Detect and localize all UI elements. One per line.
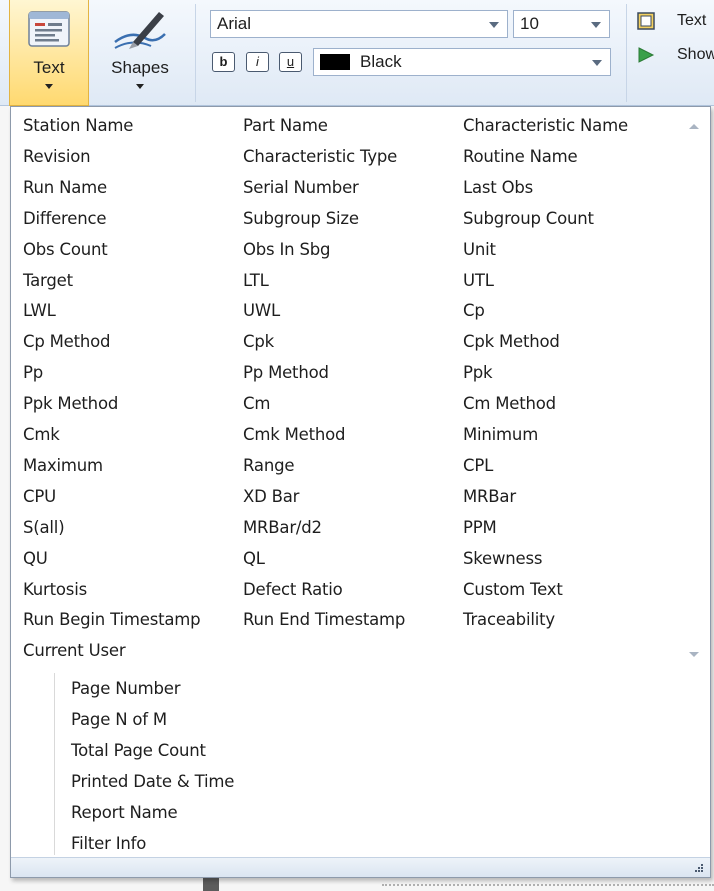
field-item[interactable]: Subgroup Count [463, 203, 594, 234]
field-item[interactable]: QL [243, 543, 265, 574]
field-item[interactable]: Routine Name [463, 141, 578, 172]
field-item[interactable]: Pp [23, 357, 43, 388]
shapes-button[interactable]: Shapes [97, 0, 183, 106]
field-item[interactable]: Cmk [23, 419, 60, 450]
font-name-value: Arial [217, 14, 252, 33]
field-item[interactable]: MRBar/d2 [243, 512, 322, 543]
field-item[interactable]: CPL [463, 450, 493, 481]
page-boundary [382, 884, 714, 886]
field-list-scrollbar[interactable] [681, 112, 707, 667]
text-field-dropdown: Station Name Revision Run Name Difference Ob… [10, 106, 711, 878]
italic-label: i [256, 54, 259, 69]
field-item[interactable]: CPU [23, 481, 56, 512]
page-field-item[interactable]: Page Number [71, 673, 180, 704]
field-item[interactable]: Custom Text [463, 574, 563, 605]
show-label: Show [677, 46, 714, 63]
field-item[interactable]: Kurtosis [23, 574, 87, 605]
field-item[interactable]: Cp [463, 295, 485, 326]
field-item[interactable]: Run End Timestamp [243, 604, 405, 635]
page-field-item[interactable]: Filter Info [71, 828, 146, 859]
field-item[interactable]: Cp Method [23, 326, 111, 357]
text-frame-label: Text [677, 12, 707, 29]
field-item[interactable]: Pp Method [243, 357, 329, 388]
italic-button[interactable]: i [246, 52, 269, 72]
field-item[interactable]: Range [243, 450, 294, 481]
field-item[interactable]: Minimum [463, 419, 538, 450]
field-item[interactable]: Ppk Method [23, 388, 118, 419]
field-item[interactable]: UWL [243, 295, 280, 326]
field-item[interactable]: Part Name [243, 110, 328, 141]
field-item[interactable]: Traceability [463, 604, 555, 635]
chevron-down-icon [489, 22, 499, 28]
field-item[interactable]: Skewness [463, 543, 542, 574]
shapes-button-label: Shapes [111, 58, 169, 77]
field-item[interactable]: Run Begin Timestamp [23, 604, 201, 635]
text-button-label: Text [33, 58, 65, 77]
font-color-value: Black [360, 52, 402, 71]
field-item[interactable]: Difference [23, 203, 107, 234]
field-item[interactable]: Station Name [23, 110, 133, 141]
field-item[interactable]: S(all) [23, 512, 65, 543]
field-item[interactable]: PPM [463, 512, 497, 543]
field-item[interactable]: QU [23, 543, 48, 574]
field-item[interactable]: MRBar [463, 481, 516, 512]
field-item[interactable]: XD Bar [243, 481, 299, 512]
field-item[interactable]: Revision [23, 141, 91, 172]
scroll-up-icon[interactable] [689, 124, 699, 129]
underline-label: u [286, 54, 295, 69]
field-item[interactable]: Cpk Method [463, 326, 560, 357]
text-frame-icon [637, 12, 655, 30]
show-arrow-icon [638, 47, 655, 63]
chevron-down-icon [592, 60, 602, 66]
ribbon-separator [626, 4, 627, 102]
bold-button[interactable]: b [212, 52, 235, 72]
field-item[interactable]: Cmk Method [243, 419, 345, 450]
ribbon-toolbar: Text Shapes Arial 10 b i u Black Text Sh… [0, 0, 714, 106]
field-item[interactable]: Defect Ratio [243, 574, 343, 605]
page-field-item[interactable]: Page N of M [71, 704, 167, 735]
field-item[interactable]: Characteristic Type [243, 141, 397, 172]
font-size-value: 10 [520, 14, 539, 33]
field-item[interactable]: Serial Number [243, 172, 359, 203]
field-item[interactable]: LWL [23, 295, 56, 326]
text-button[interactable]: Text [9, 0, 89, 106]
field-item[interactable]: Last Obs [463, 172, 533, 203]
field-item[interactable]: Cpk [243, 326, 274, 357]
font-name-combo[interactable]: Arial [210, 10, 508, 38]
bold-label: b [219, 54, 228, 69]
field-item[interactable]: Target [23, 265, 73, 296]
pen-icon [114, 12, 166, 49]
text-dropdown-arrow-icon [45, 84, 53, 89]
field-item[interactable]: Characteristic Name [463, 110, 628, 141]
field-item[interactable]: UTL [463, 265, 494, 296]
page-field-item[interactable]: Report Name [71, 797, 178, 828]
field-item[interactable]: Current User [23, 635, 126, 666]
field-item[interactable]: Subgroup Size [243, 203, 359, 234]
field-item[interactable]: Cm [243, 388, 270, 419]
color-swatch [320, 54, 350, 70]
field-item[interactable]: Obs In Sbg [243, 234, 330, 265]
field-item[interactable]: Obs Count [23, 234, 108, 265]
field-item[interactable]: Run Name [23, 172, 107, 203]
field-item[interactable]: Cm Method [463, 388, 556, 419]
text-frame-button[interactable]: Text [637, 8, 706, 34]
field-item[interactable]: LTL [243, 265, 269, 296]
dropdown-status-bar [11, 857, 710, 877]
shapes-dropdown-arrow-icon [136, 84, 144, 89]
show-button[interactable]: Show [637, 42, 714, 68]
field-item[interactable]: Ppk [463, 357, 493, 388]
field-item[interactable]: Maximum [23, 450, 103, 481]
font-size-combo[interactable]: 10 [513, 10, 610, 38]
chevron-down-icon [591, 22, 601, 28]
scroll-down-icon[interactable] [689, 652, 699, 657]
text-box-icon [28, 11, 70, 47]
font-color-combo[interactable]: Black [313, 48, 611, 76]
page-field-item[interactable]: Printed Date & Time [71, 766, 234, 797]
resize-grip-icon[interactable] [694, 863, 704, 873]
underline-button[interactable]: u [279, 52, 302, 72]
page-field-item[interactable]: Total Page Count [71, 735, 206, 766]
ribbon-separator [195, 4, 196, 102]
field-item[interactable]: Unit [463, 234, 496, 265]
page-field-list: Page Number Page N of M Total Page Count Pr… [54, 673, 684, 855]
